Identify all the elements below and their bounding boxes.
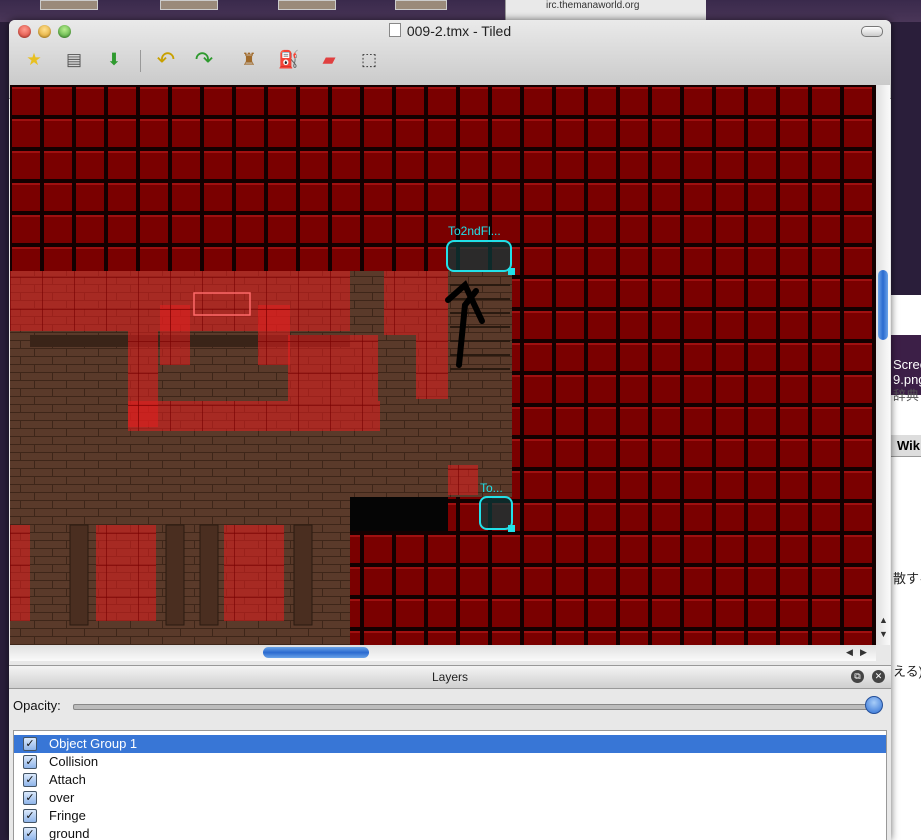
layer-visibility-checkbox[interactable]: ✓ [23,791,37,805]
opacity-slider[interactable] [73,704,875,710]
background-tab[interactable]: Wik [891,435,921,457]
layer-row[interactable]: ✓ Collision [14,753,886,771]
toolbar-toggle-button[interactable] [861,26,883,37]
toolbar-separator [140,50,141,72]
horizontal-scrollbar[interactable]: ◀ ▶ [10,645,876,661]
object-resize-handle[interactable] [508,525,515,532]
layer-visibility-checkbox[interactable]: ✓ [23,773,37,787]
table [165,524,185,626]
open-folder-icon[interactable]: ▤ [62,48,86,72]
collision-overlay [160,305,190,365]
scroll-down-arrow[interactable]: ▼ [879,629,888,639]
layer-row[interactable]: ✓ Object Group 1 [14,735,886,753]
layer-name: Collision [49,754,99,769]
background-text: 辞典 [893,388,920,403]
table [293,524,313,626]
rectangle-select-icon[interactable]: ⬚ [357,48,381,72]
background-text: 散すろ [893,571,921,586]
layer-row[interactable]: ✓ Fringe [14,807,886,825]
eraser-icon[interactable]: ▰ [317,48,341,72]
layers-panel-header: Layers ⧉ ✕ [9,665,891,689]
desktop-thumbnail[interactable] [395,0,447,10]
collision-overlay [224,525,284,621]
layers-panel-title: Layers [431,670,469,684]
vertical-scrollbar[interactable]: ▲ ▼ [876,85,890,645]
document-icon [388,23,401,37]
desktop-thumbnail[interactable] [40,0,98,10]
paint-bucket-icon[interactable]: ⛽ [277,48,301,72]
layer-row[interactable]: ✓ Attach [14,771,886,789]
background-window[interactable]: Scree 9.png 辞典 Wik 散すろ える) [890,295,921,840]
desktop-thumbnail[interactable] [160,0,218,10]
browser-url-text: irc.themanaworld.org [546,0,640,11]
object-label: To... [480,481,503,495]
redo-arrow-icon[interactable]: ↷ [192,47,216,72]
warp-object-to[interactable] [479,496,513,530]
collision-overlay [128,401,380,431]
map-canvas[interactable]: To2ndFl... To... [10,85,876,645]
layer-visibility-checkbox[interactable]: ✓ [23,809,37,823]
scroll-left-arrow[interactable]: ◀ [846,647,853,658]
collision-overlay [384,271,448,335]
new-document-icon[interactable]: ★ [22,48,46,72]
table [199,524,219,626]
horizontal-scroll-thumb[interactable] [263,647,369,658]
object-label: To2ndFl... [448,224,501,238]
collision-overlay [96,525,156,621]
layer-row[interactable]: ✓ ground [14,825,886,840]
layer-row[interactable]: ✓ over [14,789,886,807]
collision-overlay [416,335,448,399]
save-download-icon[interactable]: ⬇ [102,48,126,72]
float-panel-icon[interactable]: ⧉ [851,670,864,683]
undo-arrow-icon[interactable]: ↶ [154,47,178,72]
layer-list[interactable]: ✓ Object Group 1 ✓ Collision ✓ Attach ✓ over ✓ Fr… [13,730,887,840]
window-title: 009-2.tmx - Tiled [406,23,512,39]
layer-name: over [49,790,75,805]
vertical-scroll-thumb[interactable] [878,270,888,340]
stair-corridor [448,271,512,497]
collision-tiles [350,531,510,645]
desktop-background: irc.themanaworld.org [0,0,921,22]
background-browser-window[interactable]: irc.themanaworld.org [505,0,706,20]
collision-overlay [288,335,378,401]
layer-name: Object Group 1 [49,736,138,751]
background-text: える) [893,664,921,679]
tiled-window: 009-2.tmx - Tiled ★ ▤ ⬇ ↶ ↷ ♜ ⛽ ▰ ⬚ To2n… [9,20,891,840]
layer-name: Attach [49,772,86,787]
close-panel-icon[interactable]: ✕ [872,670,885,683]
collision-overlay [10,525,30,621]
scroll-right-arrow[interactable]: ▶ [860,647,867,658]
layer-visibility-checkbox[interactable]: ✓ [23,755,37,769]
window-title-container: 009-2.tmx - Tiled [9,23,891,39]
collision-overlay [448,465,478,495]
collision-overlay [258,305,290,365]
warp-object-to2ndfl[interactable] [446,240,512,272]
layer-name: ground [49,826,90,840]
black-void [350,497,448,531]
map-svg[interactable]: To2ndFl... To... [10,85,876,645]
layer-visibility-checkbox[interactable]: ✓ [23,827,37,840]
object-resize-handle[interactable] [508,268,515,275]
scroll-up-arrow[interactable]: ▲ [879,615,888,625]
layer-name: Fringe [49,808,86,823]
stamp-icon[interactable]: ♜ [237,48,261,72]
opacity-slider-knob[interactable] [865,696,883,714]
table [69,524,89,626]
desktop-thumbnail[interactable] [278,0,336,10]
layer-visibility-checkbox[interactable]: ✓ [23,737,37,751]
background-text: Scree [893,357,921,372]
opacity-label: Opacity: [13,698,61,713]
